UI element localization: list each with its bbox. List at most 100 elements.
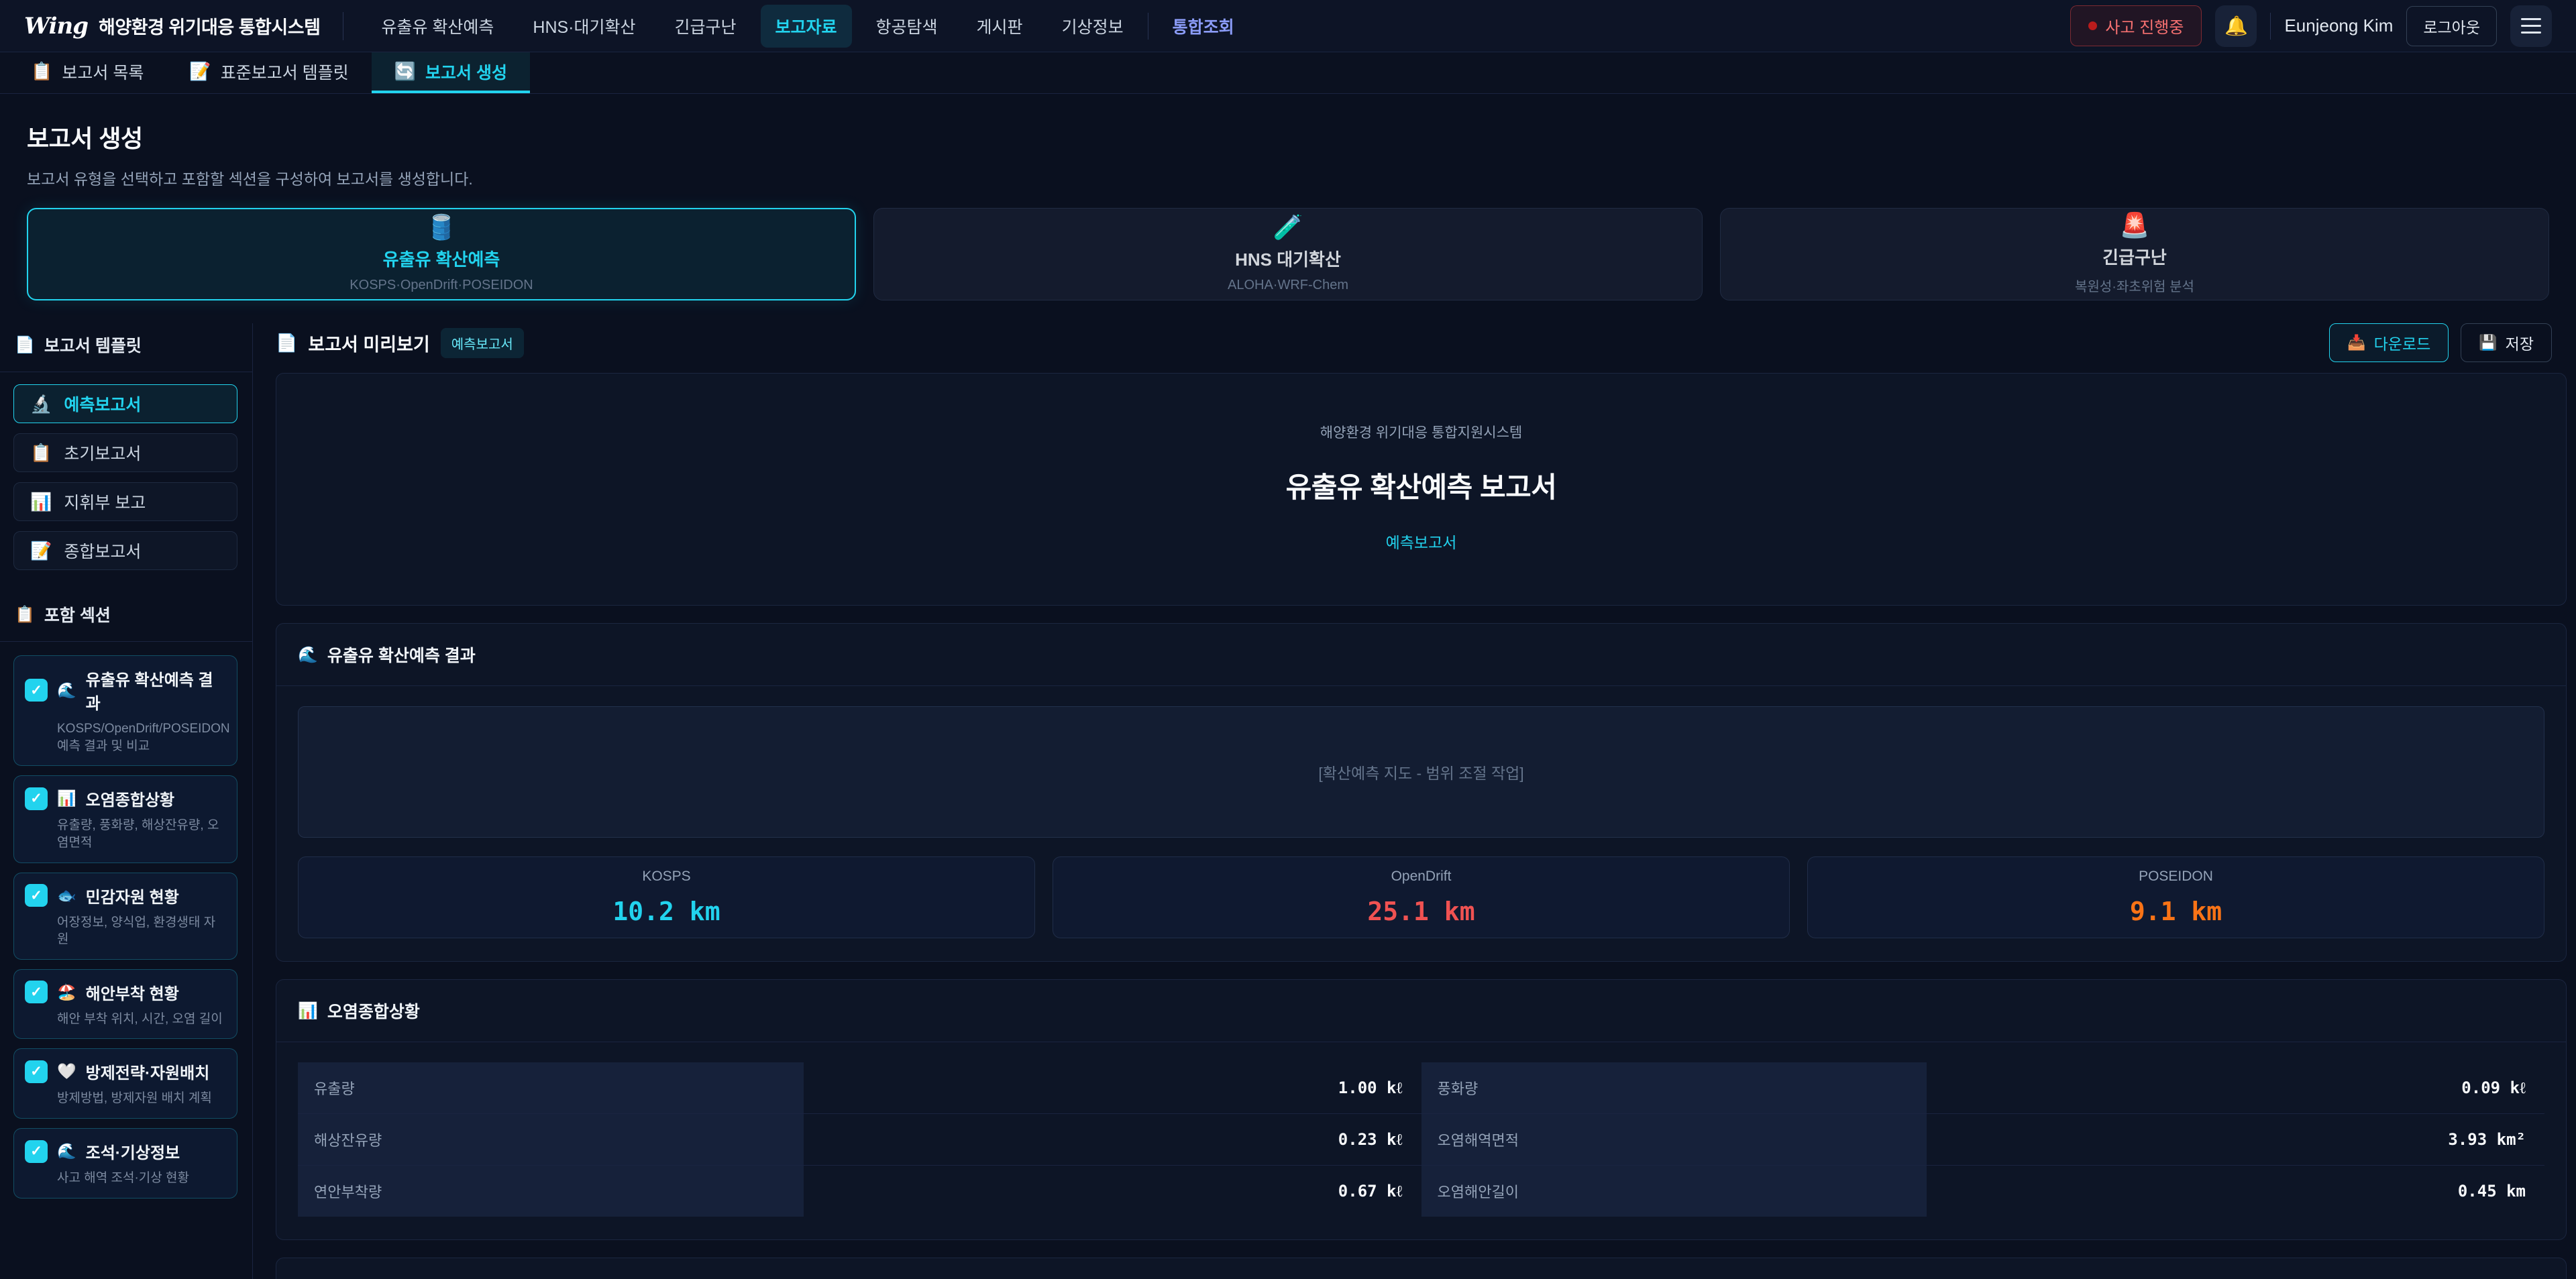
bar-chart-icon: 📊 bbox=[30, 492, 52, 512]
preview-actions: 📥 다운로드 💾 저장 bbox=[2329, 323, 2552, 362]
hamburger-icon bbox=[2521, 18, 2541, 34]
nav-item-weather[interactable]: 기상정보 bbox=[1047, 5, 1138, 48]
bar-chart-icon: 📊 bbox=[57, 789, 76, 808]
menu-button[interactable] bbox=[2510, 5, 2552, 47]
notification-button[interactable]: 🔔 bbox=[2215, 5, 2257, 47]
preview-scroll-area[interactable]: 해양환경 위기대응 통합지원시스템 유출유 확산예측 보고서 예측보고서 🌊 유… bbox=[253, 372, 2576, 1279]
stat-label: OpenDrift bbox=[1391, 869, 1452, 885]
section-item-desc: 사고 해역 조석·기상 현황 bbox=[57, 1170, 225, 1187]
row-value: 1.00 kℓ bbox=[804, 1062, 1421, 1113]
stat-value: 10.2 km bbox=[612, 897, 720, 926]
type-card-rescue[interactable]: 🚨 긴급구난 복원성·좌초위험 분석 bbox=[1720, 208, 2549, 300]
section-item-title: 오염종합상황 bbox=[86, 787, 174, 810]
report-tabbar: 📋 보고서 목록 📝 표준보고서 템플릿 🔄 보고서 생성 bbox=[0, 52, 2576, 94]
oil-drum-icon: 🛢️ bbox=[427, 215, 457, 239]
section-item-pollution[interactable]: ✓ 📊 오염종합상황 유출량, 풍화량, 해상잔유량, 오염면적 bbox=[13, 775, 237, 863]
preview-title-group: 📄 보고서 미리보기 예측보고서 bbox=[276, 328, 524, 358]
tab-standard-template-label: 표준보고서 템플릿 bbox=[221, 60, 349, 84]
app-root: Wing 해양환경 위기대응 통합시스템 유출유 확산예측 HNS·대기확산 긴… bbox=[0, 0, 2576, 1279]
nav-item-oil-spread[interactable]: 유출유 확산예측 bbox=[366, 5, 508, 48]
template-item-initial[interactable]: 📋 초기보고서 bbox=[13, 433, 237, 472]
type-card-hns[interactable]: 🧪 HNS 대기확산 ALOHA·WRF-Chem bbox=[873, 208, 1703, 300]
row-label: 해상잔유량 bbox=[298, 1114, 804, 1165]
logo-wordmark: Wing bbox=[24, 13, 88, 40]
template-item-forecast[interactable]: 🔬 예측보고서 bbox=[13, 384, 237, 423]
type-card-oil-spread[interactable]: 🛢️ 유출유 확산예측 KOSPS·OpenDrift·POSEIDON bbox=[27, 208, 856, 300]
report-preview-column: 📄 보고서 미리보기 예측보고서 📥 다운로드 💾 저장 bbox=[253, 323, 2576, 1279]
preview-title: 보고서 미리보기 bbox=[308, 330, 429, 356]
incident-dot-icon bbox=[2088, 21, 2097, 30]
preview-type-badge: 예측보고서 bbox=[441, 328, 524, 358]
section-item-tide-weather[interactable]: ✓ 🌊 조석·기상정보 사고 해역 조석·기상 현황 bbox=[13, 1128, 237, 1199]
nav-item-board[interactable]: 게시판 bbox=[962, 5, 1038, 48]
spread-map-placeholder: [확산예측 지도 - 범위 조절 작업] bbox=[298, 706, 2544, 838]
page-title: 보고서 생성 bbox=[27, 119, 2549, 154]
page-subtitle: 보고서 유형을 선택하고 포함할 섹션을 구성하여 보고서를 생성합니다. bbox=[27, 166, 2549, 189]
row-value: 0.45 km bbox=[1927, 1166, 2544, 1217]
spread-result-card: 🌊 유출유 확산예측 결과 [확산예측 지도 - 범위 조절 작업] KOSPS… bbox=[276, 623, 2567, 962]
tab-report-create[interactable]: 🔄 보고서 생성 bbox=[372, 52, 530, 93]
checkbox-checked[interactable]: ✓ bbox=[25, 884, 48, 907]
stat-card-opendrift: OpenDrift 25.1 km bbox=[1053, 856, 1790, 938]
section-item-desc: 유출량, 풍화량, 해상잔유량, 오염면적 bbox=[57, 817, 225, 851]
navbar-right: 사고 진행중 🔔 Eunjeong Kim 로그아웃 bbox=[2070, 5, 2552, 47]
table-row: 유출량1.00 kℓ 풍화량0.09 kℓ bbox=[298, 1062, 2544, 1114]
nav-item-reports[interactable]: 보고자료 bbox=[761, 5, 852, 48]
nav-item-integrated-search[interactable]: 통합조회 bbox=[1158, 5, 1249, 48]
section-item-shoreline[interactable]: ✓ 🏖️ 해안부착 현황 해안 부착 위치, 시간, 오염 길이 bbox=[13, 969, 237, 1040]
save-button[interactable]: 💾 저장 bbox=[2461, 323, 2552, 362]
logout-button[interactable]: 로그아웃 bbox=[2406, 6, 2497, 46]
stat-value: 25.1 km bbox=[1367, 897, 1474, 926]
stat-label: POSEIDON bbox=[2139, 869, 2213, 885]
microscope-icon: 🔬 bbox=[30, 394, 52, 414]
template-item-command[interactable]: 📊 지휘부 보고 bbox=[13, 482, 237, 521]
bell-icon: 🔔 bbox=[2224, 15, 2248, 37]
clipboard-icon: 📋 bbox=[30, 443, 52, 463]
memo-icon: 📝 bbox=[30, 541, 52, 561]
nav-item-hns[interactable]: HNS·대기확산 bbox=[518, 5, 650, 48]
tab-report-list[interactable]: 📋 보고서 목록 bbox=[8, 52, 166, 93]
checkbox-checked[interactable]: ✓ bbox=[25, 679, 48, 702]
row-label: 유출량 bbox=[298, 1062, 804, 1113]
app-logo: Wing 해양환경 위기대응 통합시스템 bbox=[24, 13, 320, 40]
incident-label: 사고 진행중 bbox=[2105, 14, 2184, 38]
template-item-comprehensive[interactable]: 📝 종합보고서 bbox=[13, 531, 237, 570]
stat-card-kosps: KOSPS 10.2 km bbox=[298, 856, 1035, 938]
nav-item-rescue[interactable]: 긴급구난 bbox=[660, 5, 751, 48]
save-label: 저장 bbox=[2506, 331, 2534, 354]
checkbox-checked[interactable]: ✓ bbox=[25, 981, 48, 1003]
templates-header-label: 보고서 템플릿 bbox=[44, 333, 142, 357]
row-label: 풍화량 bbox=[1421, 1062, 1927, 1113]
row-value: 0.09 kℓ bbox=[1927, 1062, 2544, 1113]
tab-standard-template[interactable]: 📝 표준보고서 템플릿 bbox=[166, 52, 371, 93]
sections-header: 📋 포함 섹션 bbox=[0, 593, 252, 642]
page-header: 보고서 생성 보고서 유형을 선택하고 포함할 섹션을 구성하여 보고서를 생성… bbox=[0, 94, 2576, 189]
incident-status-badge[interactable]: 사고 진행중 bbox=[2070, 5, 2202, 46]
wave-icon: 🌊 bbox=[57, 681, 76, 700]
section-item-spread-result[interactable]: ✓ 🌊 유출유 확산예측 결과 KOSPS/OpenDrift/POSEIDON… bbox=[13, 655, 237, 766]
row-value: 0.23 kℓ bbox=[804, 1114, 1421, 1165]
bar-chart-icon: 📊 bbox=[298, 1001, 318, 1021]
stat-label: KOSPS bbox=[642, 869, 690, 885]
report-type-cards: 🛢️ 유출유 확산예측 KOSPS·OpenDrift·POSEIDON 🧪 H… bbox=[27, 208, 2549, 300]
row-value: 0.67 kℓ bbox=[804, 1166, 1421, 1217]
checkbox-checked[interactable]: ✓ bbox=[25, 1060, 48, 1083]
type-card-subtitle: 복원성·좌초위험 분석 bbox=[2075, 276, 2194, 295]
table-row: 해상잔유량0.23 kℓ 오염해역면적3.93 km² bbox=[298, 1114, 2544, 1166]
stat-value: 9.1 km bbox=[2130, 897, 2222, 926]
document-icon: 📄 bbox=[276, 333, 297, 353]
app-title: 해양환경 위기대응 통합시스템 bbox=[99, 13, 320, 39]
checkbox-checked[interactable]: ✓ bbox=[25, 787, 48, 810]
section-item-response-strategy[interactable]: ✓ 🤍 방제전략·자원배치 방제방법, 방제자원 배치 계획 bbox=[13, 1048, 237, 1119]
section-item-sensitive[interactable]: ✓ 🐟 민감자원 현황 어장정보, 양식업, 환경생태 자원 bbox=[13, 873, 237, 960]
section-item-desc: 해안 부착 위치, 시간, 오염 길이 bbox=[57, 1011, 225, 1028]
checkbox-checked[interactable]: ✓ bbox=[25, 1140, 48, 1163]
template-item-label: 종합보고서 bbox=[64, 539, 141, 563]
cover-system-name: 해양환경 위기대응 통합지원시스템 bbox=[303, 422, 2539, 442]
template-item-label: 예측보고서 bbox=[64, 392, 141, 416]
section-item-title: 유출유 확산예측 결과 bbox=[86, 667, 225, 714]
user-name: Eunjeong Kim bbox=[2284, 15, 2393, 36]
download-button[interactable]: 📥 다운로드 bbox=[2329, 323, 2449, 362]
nav-item-aerial-search[interactable]: 항공탐색 bbox=[861, 5, 953, 48]
fish-icon: 🐟 bbox=[57, 887, 76, 905]
